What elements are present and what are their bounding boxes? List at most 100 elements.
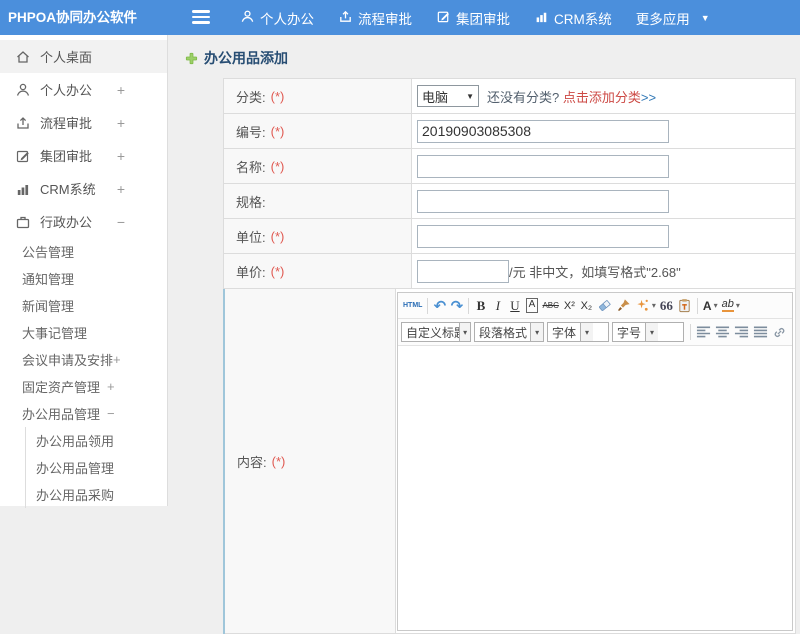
office-supplies-submenu: 办公用品领用 办公用品管理 办公用品采购 (25, 427, 167, 508)
insert-link-button[interactable] (770, 322, 789, 342)
form-row-content: 内容: (*) HTML ↶ ↷ B I U A ABC X² X₂ ▾ 66 … (223, 289, 796, 634)
category-select[interactable]: 电脑 ▼ (417, 85, 479, 107)
paragraph-format-select[interactable]: 段落格式 ▾ (474, 322, 544, 342)
topnav-more-apps[interactable]: 更多应用 ▼ (636, 8, 710, 28)
custom-title-select[interactable]: 自定义标题 ▾ (401, 322, 471, 342)
required-mark: (*) (271, 453, 286, 469)
underline-button[interactable]: U (506, 296, 523, 316)
add-plus-icon (185, 52, 198, 64)
redo-icon[interactable]: ↷ (448, 296, 465, 316)
spec-input[interactable] (417, 189, 669, 213)
blockquote-button[interactable]: 66 (658, 296, 675, 316)
submenu-office-supplies-mgmt[interactable]: 办公用品管理 − (0, 400, 167, 427)
sidebar-item-personal-office[interactable]: 个人办公 + (0, 73, 167, 106)
align-left-button[interactable] (694, 322, 713, 342)
name-label-cell: 名称: (*) (224, 149, 412, 184)
topnav-personal-office[interactable]: 个人办公 (240, 8, 314, 28)
add-supplies-form: 分类: (*) 电脑 ▼ 还没有分类? 点击添加分类>> 编号: (*) 201… (223, 78, 796, 634)
form-row-code: 编号: (*) (223, 114, 796, 149)
submenu-supplies-receive[interactable]: 办公用品领用 (26, 427, 167, 454)
expand-plus-icon[interactable]: + (117, 82, 125, 98)
bold-button[interactable]: B (472, 296, 489, 316)
format-clear-button[interactable] (595, 296, 614, 316)
editor-toolbar-row1: HTML ↶ ↷ B I U A ABC X² X₂ ▾ 66 A ▾ ab ▾ (398, 293, 792, 319)
expand-plus-icon[interactable]: + (117, 115, 125, 131)
submenu-supplies-manage[interactable]: 办公用品管理 (26, 454, 167, 481)
font-color-button[interactable]: A ▾ (701, 296, 720, 316)
submenu-notice-mgmt[interactable]: 通知管理 (0, 265, 167, 292)
strikethrough-button[interactable]: ABC (540, 296, 560, 316)
price-input[interactable] (417, 259, 509, 283)
sidebar-item-label: 流程审批 (40, 116, 93, 131)
collapse-minus-icon[interactable]: − (107, 406, 115, 421)
topnav-workflow-approval[interactable]: 流程审批 (338, 8, 412, 28)
form-row-name: 名称: (*) (223, 149, 796, 184)
add-category-arrows[interactable]: >> (641, 90, 656, 105)
font-size-select[interactable]: 字号 ▾ (612, 322, 684, 342)
field-label: 分类: (236, 89, 266, 105)
align-center-button[interactable] (713, 322, 732, 342)
italic-button[interactable]: I (489, 296, 506, 316)
submenu-announcement-mgmt[interactable]: 公告管理 (0, 238, 167, 265)
topnav-crm-system[interactable]: CRM系统 (534, 8, 612, 28)
expand-plus-icon[interactable]: + (117, 181, 125, 197)
user-icon (16, 83, 30, 96)
unit-label-cell: 单位: (*) (224, 219, 412, 254)
submenu-memorabilia-mgmt[interactable]: 大事记管理 (0, 319, 167, 346)
required-mark: (*) (270, 123, 285, 139)
paste-button[interactable] (675, 296, 694, 316)
name-input[interactable] (417, 154, 669, 178)
sidebar-item-desktop[interactable]: 个人桌面 (0, 40, 167, 73)
subscript-button[interactable]: X₂ (578, 296, 595, 316)
link-icon (774, 327, 785, 337)
submenu-supplies-purchase[interactable]: 办公用品采购 (26, 481, 167, 508)
content-value-cell: HTML ↶ ↷ B I U A ABC X² X₂ ▾ 66 A ▾ ab ▾… (396, 289, 795, 634)
sidebar-item-workflow-approval[interactable]: 流程审批 + (0, 106, 167, 139)
sidebar-item-group-approval[interactable]: 集团审批 + (0, 139, 167, 172)
expand-plus-icon[interactable]: + (113, 352, 121, 367)
highlight-color-button[interactable]: ab ▾ (720, 296, 742, 316)
briefcase-icon (16, 216, 30, 228)
form-row-unit: 单位: (*) (223, 219, 796, 254)
editor-content-area[interactable] (398, 346, 792, 630)
topnav-group-approval[interactable]: 集团审批 (436, 8, 510, 28)
font-family-select[interactable]: 字体 ▾ (547, 322, 609, 342)
align-right-button[interactable] (732, 322, 751, 342)
page-title-text: 办公用品添加 (204, 50, 288, 66)
sidebar-item-admin-office[interactable]: 行政办公 − (0, 205, 167, 238)
align-justify-button[interactable] (751, 322, 770, 342)
collapse-minus-icon[interactable]: − (117, 214, 125, 230)
topnav-label: 集团审批 (456, 11, 510, 27)
form-row-category: 分类: (*) 电脑 ▼ 还没有分类? 点击添加分类>> (223, 79, 796, 114)
add-category-link[interactable]: 点击添加分类 (563, 90, 641, 105)
submenu-meeting-apply[interactable]: 会议申请及安排 + (0, 346, 167, 373)
html-source-button[interactable]: HTML (401, 296, 424, 316)
toolbar-separator (427, 297, 429, 314)
form-row-price: 单价: (*) /元 非中文，如填写格式"2.68" (223, 254, 796, 289)
unit-input[interactable] (417, 224, 669, 248)
combo-label: 字体 (552, 325, 577, 340)
caret-down-icon: ▼ (700, 12, 710, 23)
superscript-button[interactable]: X² (561, 296, 578, 316)
content-label-cell: 内容: (*) (225, 289, 396, 634)
top-navigation-bar: PHPOA协同办公软件 个人办公 流程审批 集团审批 CRM系统 更多应用 ▼ (0, 0, 800, 35)
category-hint: 还没有分类? 点击添加分类>> (487, 87, 656, 106)
eraser-icon (598, 299, 611, 311)
hamburger-menu-icon[interactable] (192, 10, 212, 25)
char-border-button[interactable]: A (525, 298, 539, 313)
submenu-fixed-assets[interactable]: 固定资产管理 + (0, 373, 167, 400)
combo-label: 段落格式 (479, 325, 528, 340)
sparkle-icon (637, 299, 648, 311)
submenu-label: 大事记管理 (22, 326, 88, 341)
expand-plus-icon[interactable]: + (107, 379, 115, 394)
sidebar-item-crm[interactable]: CRM系统 + (0, 172, 167, 205)
submenu-news-mgmt[interactable]: 新闻管理 (0, 292, 167, 319)
undo-icon[interactable]: ↶ (431, 296, 448, 316)
code-input[interactable] (417, 119, 669, 143)
home-icon (17, 50, 29, 63)
auto-typeset-button[interactable]: ▾ (633, 296, 658, 316)
app-brand: PHPOA协同办公软件 (8, 10, 138, 25)
format-brush-button[interactable] (614, 296, 633, 316)
field-label: 内容: (237, 454, 267, 470)
expand-plus-icon[interactable]: + (117, 148, 125, 164)
